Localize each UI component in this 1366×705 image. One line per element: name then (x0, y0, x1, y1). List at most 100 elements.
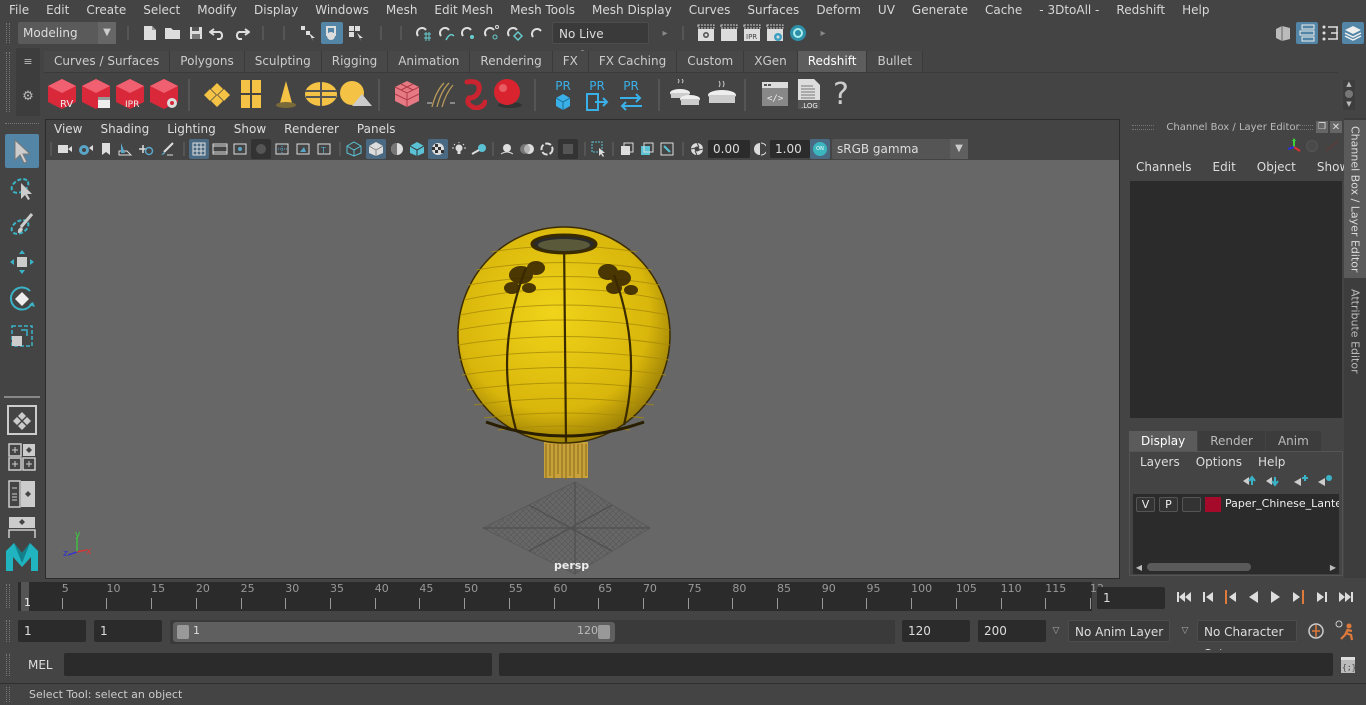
menu-surfaces[interactable]: Surfaces (738, 3, 807, 17)
textured-icon[interactable] (428, 139, 448, 159)
select-by-object-icon[interactable] (321, 22, 343, 44)
menu-curves[interactable]: Curves (680, 3, 739, 17)
range-start-handle[interactable] (177, 625, 189, 639)
gamma-field[interactable]: 1.00 (770, 140, 810, 158)
scroll-left-icon[interactable]: ◀ (1135, 561, 1143, 573)
script-editor-icon[interactable]: {;} (1339, 655, 1357, 675)
render-view-icon[interactable] (696, 23, 716, 43)
script-language-toggle[interactable]: MEL (28, 658, 53, 672)
use-all-lights-icon[interactable] (450, 140, 468, 158)
wireframe-on-shaded-icon[interactable] (408, 140, 426, 158)
time-slider[interactable]: 1 5 10 15 20 25 30 35 40 45 50 55 60 65 70 75 80 85 90 95 1… (18, 582, 1104, 611)
snap-to-view-plane-icon[interactable] (504, 23, 524, 43)
shadows-icon[interactable] (470, 140, 488, 158)
grease-pencil-icon[interactable] (158, 140, 176, 158)
auto-key-toggle-icon[interactable] (1305, 620, 1327, 642)
save-scene-icon[interactable] (187, 24, 205, 42)
layer-row[interactable]: V P Paper_Chinese_Lantern (1133, 494, 1339, 514)
ipr-render-icon[interactable]: IPR (742, 23, 762, 43)
paint-select-tool[interactable] (5, 208, 39, 242)
redshift-dome-light-icon[interactable] (304, 77, 338, 111)
shelf-scroll-up-icon[interactable]: ▲ (1343, 80, 1355, 88)
menu-mesh-tools[interactable]: Mesh Tools (501, 3, 583, 17)
layer-tab-render[interactable]: Render (1198, 431, 1265, 451)
range-slider-bar[interactable]: 1 120 (173, 622, 615, 642)
range-slider-grip[interactable] (6, 620, 10, 642)
options-menu[interactable]: Options (1186, 455, 1242, 469)
side-tab-attribute-editor[interactable]: Attribute Editor (1344, 281, 1366, 381)
shelf-settings-gear-icon[interactable]: ⚙ (18, 88, 38, 104)
redshift-volume-icon[interactable] (392, 77, 422, 111)
float-panel-icon[interactable]: ❐ (1316, 121, 1328, 133)
redshift-curve-icon[interactable] (460, 77, 488, 111)
time-slider-grip[interactable] (6, 584, 10, 608)
field-chart-icon[interactable] (273, 140, 291, 158)
channel-box-area[interactable] (1130, 181, 1342, 418)
redshift-spot-light-icon[interactable] (272, 77, 300, 111)
menu-help[interactable]: Help (1173, 3, 1217, 17)
image-plane-icon[interactable] (116, 140, 134, 158)
edit-menu[interactable]: Edit (1199, 160, 1243, 178)
shelf-tab-fx-caching[interactable]: FX Caching (588, 51, 678, 72)
step-back-frame-button[interactable] (1220, 588, 1240, 606)
select-camera-icon[interactable] (56, 140, 74, 158)
panel-menu-renderer[interactable]: Renderer (275, 122, 348, 136)
layer-display-type-toggle[interactable] (1182, 497, 1201, 512)
redshift-area-light-icon[interactable] (202, 79, 232, 109)
current-frame-field[interactable]: 1 (1097, 587, 1165, 609)
rotate-tool[interactable] (5, 282, 39, 316)
xray-icon[interactable] (618, 140, 636, 158)
redshift-proxy-import-icon[interactable]: PR (584, 75, 610, 115)
render-settings-icon[interactable] (765, 23, 785, 43)
color-space-selector[interactable]: sRGB gamma ▼ (832, 139, 968, 159)
playback-end-field[interactable]: 120 (902, 620, 970, 642)
shelf-scrollbar[interactable]: ▲ ▼ (1343, 80, 1355, 110)
redshift-log-icon[interactable]: .LOG (794, 77, 824, 111)
help-menu[interactable]: Help (1248, 455, 1285, 469)
title-grip-right[interactable] (1293, 125, 1313, 130)
scroll-right-icon[interactable]: ▶ (1329, 561, 1337, 573)
help-line-grip[interactable] (6, 687, 10, 702)
menu-file[interactable]: File (0, 3, 37, 17)
wireframe-icon[interactable] (345, 140, 363, 158)
redshift-render-view-icon[interactable]: RV (46, 77, 78, 111)
layers-menu[interactable]: Layers (1130, 455, 1180, 469)
move-tool[interactable] (5, 245, 39, 279)
new-scene-icon[interactable] (141, 24, 159, 42)
shelf-scroll-dot[interactable] (1345, 90, 1353, 98)
snap-to-projected-center-icon[interactable] (481, 23, 501, 43)
redshift-batch-render-icon[interactable] (80, 77, 112, 111)
play-forwards-button[interactable] (1266, 588, 1286, 606)
range-end-handle[interactable] (598, 625, 610, 639)
camera-attributes-icon[interactable] (77, 140, 95, 158)
redshift-bake-icon[interactable] (706, 77, 738, 111)
collapse-arrow-icon[interactable]: ▸ (818, 24, 828, 42)
perspective-viewport[interactable]: y x z persp (46, 160, 1119, 578)
command-line-grip[interactable] (6, 654, 10, 676)
anim-layer-selector[interactable]: No Anim Layer (1068, 620, 1170, 642)
panel-menu-show[interactable]: Show (225, 122, 275, 136)
live-surface-field[interactable]: No Live Surface (552, 22, 649, 63)
speed-control-icon[interactable] (1306, 140, 1318, 152)
redshift-mesh-sphere-icon[interactable] (492, 77, 524, 111)
redshift-portal-light-icon[interactable] (238, 77, 264, 111)
shelf-tab-sculpting[interactable]: Sculpting (244, 51, 322, 72)
hypershade-icon[interactable] (788, 23, 808, 43)
exposure-field[interactable]: 0.00 (708, 140, 750, 158)
collapse-arrow-icon[interactable]: ▸ (660, 24, 670, 42)
go-to-start-button[interactable] (1174, 588, 1194, 606)
menu-cache[interactable]: Cache (976, 3, 1030, 17)
menu-select[interactable]: Select (134, 3, 188, 17)
menu-mesh-display[interactable]: Mesh Display (583, 3, 680, 17)
status-line-grip[interactable] (6, 23, 10, 43)
menu-create[interactable]: Create (77, 3, 134, 17)
shelf-tab-custom[interactable]: Custom (677, 51, 745, 72)
manipulator-axes-icon[interactable] (1286, 138, 1302, 154)
side-tab-channel-box[interactable]: Channel Box / Layer Editor (1344, 120, 1366, 278)
four-view-layout[interactable] (7, 442, 37, 472)
persp-graph-layout[interactable] (7, 516, 37, 538)
close-panel-icon[interactable]: ✕ (1330, 121, 1342, 133)
modeling-toolkit-icon[interactable] (1273, 23, 1293, 43)
xray-joints-icon[interactable] (658, 140, 676, 158)
panel-menu-shading[interactable]: Shading (91, 122, 158, 136)
